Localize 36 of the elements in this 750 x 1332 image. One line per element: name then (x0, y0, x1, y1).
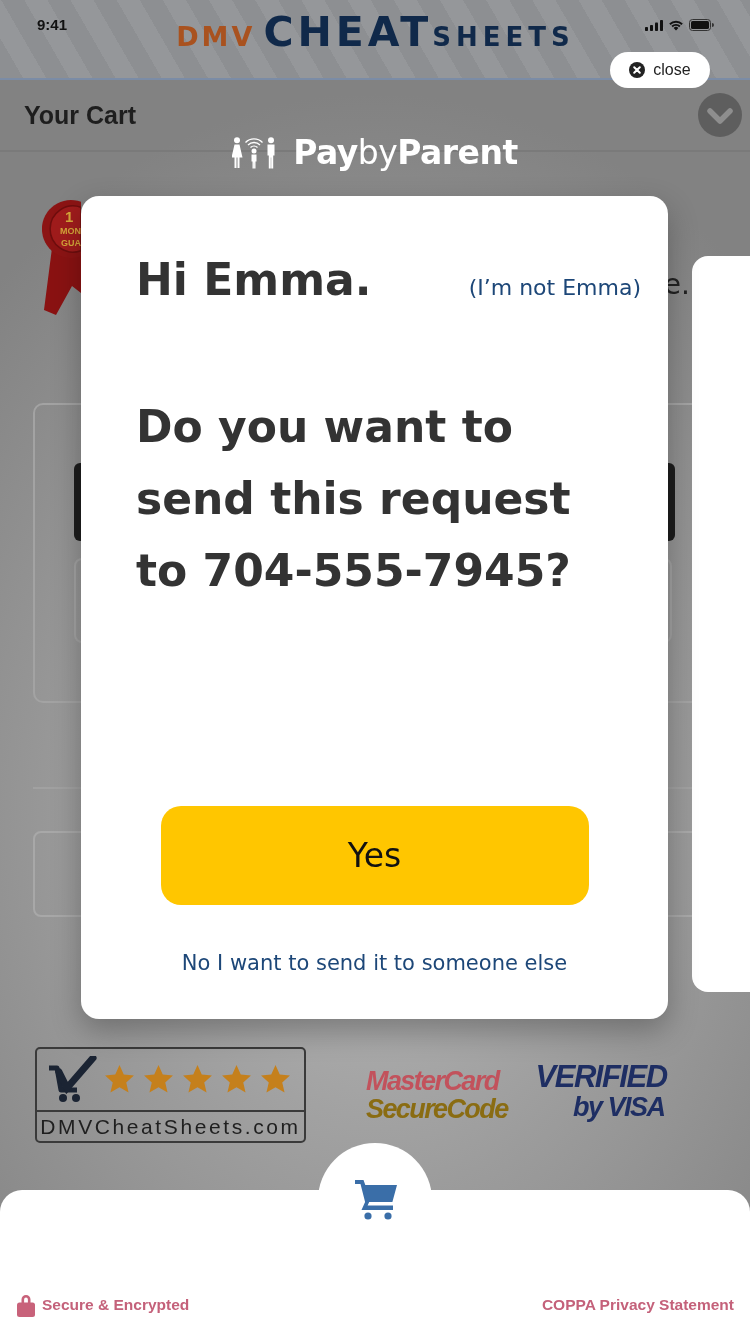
not-me-link[interactable]: (I’m not Emma) (468, 275, 641, 300)
status-time: 9:41 (37, 16, 68, 33)
close-button[interactable]: close (610, 52, 710, 88)
security-badge-text: SecureCode (366, 1095, 508, 1124)
yes-button[interactable]: Yes (160, 806, 589, 905)
logo-text: SHEETS (432, 24, 575, 50)
logo-text: CHEAT (263, 12, 433, 53)
wifi-icon (668, 19, 684, 31)
lock-icon (17, 1292, 35, 1317)
greeting: Hi Emma. (136, 254, 372, 307)
cart-check-icon (47, 1055, 97, 1104)
privacy-link[interactable]: COPPA Privacy Statement (541, 1295, 734, 1314)
battery-icon (689, 19, 714, 31)
signal-icon (645, 19, 663, 31)
security-badge-text: VERIFIED (535, 1060, 667, 1094)
cart-title: Your Cart (24, 100, 137, 130)
cart-icon (355, 1180, 397, 1220)
security-label: Secure & Encrypted (42, 1295, 190, 1314)
star-icon (259, 1063, 292, 1096)
brand-logo: PaybyParent (293, 133, 518, 172)
site-name: DMVCheatSheets.com (39, 1113, 302, 1140)
star-icon (181, 1063, 214, 1096)
medal-text: MON (60, 226, 81, 236)
medal-text: 1 (65, 208, 74, 225)
logo-text: DMV (176, 23, 256, 50)
star-icon (142, 1063, 175, 1096)
security-badge-text: MasterCard (366, 1066, 501, 1095)
close-icon (629, 62, 646, 78)
medal-text: GUA (61, 238, 81, 248)
security-badge-text: by VISA (573, 1093, 665, 1122)
question-text: Do you want to send this request to 704-555-7945? (136, 399, 572, 598)
star-icon (103, 1063, 136, 1096)
someone-else-link[interactable]: No I want to send it to someone else (181, 951, 568, 975)
family-icon (232, 136, 277, 169)
medal-icon (42, 200, 81, 315)
star-icon (220, 1063, 253, 1096)
